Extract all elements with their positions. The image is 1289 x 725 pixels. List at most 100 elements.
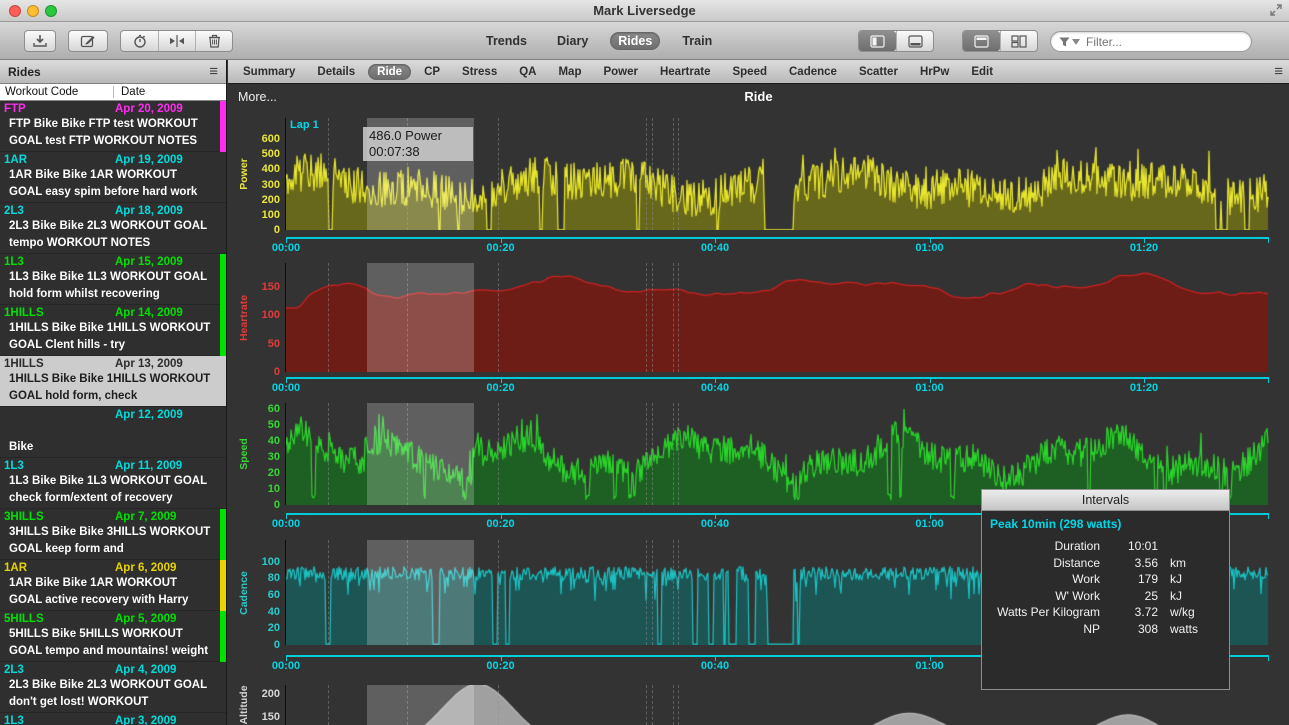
ride-workout-code: 1L3 [4,256,24,268]
toggle-sidebar-button[interactable] [859,31,896,51]
intervals-popup-titlebar[interactable]: Intervals [982,490,1229,511]
analysis-tab-edit[interactable]: Edit [962,64,1002,80]
ride-description: 5HILLS Bike 5HILLS WORKOUT GOAL tempo an… [4,626,212,659]
interval-marker-line [678,685,679,725]
ride-workout-code: 1AR [4,562,27,574]
selected-interval-highlight [367,685,474,725]
column-date[interactable]: Date [121,86,145,98]
sidebar-menu-icon[interactable]: ≡ [209,67,218,77]
interval-marker-line [646,263,647,372]
analysis-tab-map[interactable]: Map [549,64,590,80]
ride-description: 1AR Bike Bike 1AR WORKOUT GOAL easy spim… [4,167,212,200]
interval-stopwatch-button[interactable] [121,31,158,51]
ride-date: Apr 13, 2009 [115,358,183,370]
analysis-tab-scatter[interactable]: Scatter [850,64,907,80]
analysis-tab-stress[interactable]: Stress [453,64,506,80]
stat-value: 179 [1110,571,1158,588]
interval-marker-line [678,118,679,230]
ride-workout-code: 1HILLS [4,358,44,370]
view-tab-rides[interactable]: Rides [610,32,660,50]
analysis-tab-hrpw[interactable]: HrPw [911,64,958,80]
view-tab-diary[interactable]: Diary [549,32,596,50]
interval-marker-line [498,685,499,725]
stat-unit: watts [1158,621,1229,638]
ride-list-item[interactable]: Apr 12, 2009Bike [0,407,226,458]
ride-description: 1HILLS Bike Bike 1HILLS WORKOUT GOAL Cle… [4,320,212,353]
ride-list-item[interactable]: 2L3Apr 4, 20092L3 Bike Bike 2L3 WORKOUT … [0,662,226,713]
analysis-tab-qa[interactable]: QA [510,64,545,80]
tiled-chart-view-button[interactable] [1000,31,1037,51]
manual-entry-button[interactable] [68,30,108,52]
funnel-icon [1059,37,1070,47]
analysis-tab-ride[interactable]: Ride [368,64,411,80]
ride-list-item[interactable]: 1HILLSApr 14, 20091HILLS Bike Bike 1HILL… [0,305,226,356]
chart-menu-icon[interactable]: ≡ [1274,67,1283,77]
rides-sidebar: Rides ≡ Workout Code Date FTPApr 20, 200… [0,60,227,725]
split-ride-button[interactable] [158,31,195,51]
ride-list-item[interactable]: 1HILLS Apr 13, 20091HILLS Bike Bike 1HILL… [0,356,226,407]
fullscreen-icon[interactable] [1269,3,1283,22]
panel-toggle-group [858,30,934,52]
analysis-tab-cadence[interactable]: Cadence [780,64,846,80]
ride-workout-code: 1L3 [4,715,24,725]
ride-list-item[interactable]: 1L3Apr 15, 20091L3 Bike Bike 1L3 WORKOUT… [0,254,226,305]
ride-list-item[interactable]: 1L3Apr 3, 2009 [0,713,226,725]
stat-label: W' Work [982,588,1110,605]
time-tick-label: 01:20 [1117,382,1171,394]
ride-list-item[interactable]: 1ARApr 19, 20091AR Bike Bike 1AR WORKOUT… [0,152,226,203]
view-tab-train[interactable]: Train [674,32,720,50]
speed-ytick: 50 [242,419,280,431]
ride-date: Apr 5, 2009 [115,613,176,625]
analysis-tab-cp[interactable]: CP [415,64,449,80]
analysis-tab-summary[interactable]: Summary [234,64,304,80]
interval-marker-line [328,685,329,725]
time-tick-label: 00:40 [688,242,742,254]
speed-ytick: 40 [242,435,280,447]
interval-marker-line [498,403,499,505]
ride-color-bar [220,254,226,305]
interval-stat-row: W' Work25kJ [982,588,1229,605]
ride-date: Apr 15, 2009 [115,256,183,268]
ride-list-item[interactable]: 3HILLSApr 7, 20093HILLS Bike Bike 3HILLS… [0,509,226,560]
time-tick-label: 00:00 [259,242,313,254]
ride-list-item[interactable]: FTPApr 20, 2009FTP Bike Bike FTP test WO… [0,101,226,152]
cadence-ytick: 20 [242,622,280,634]
stat-value: 3.72 [1110,604,1158,621]
single-chart-view-button[interactable] [963,31,1000,51]
ride-workout-code: 2L3 [4,205,24,217]
delete-ride-button[interactable] [195,31,232,51]
filter-field[interactable] [1050,31,1252,52]
analysis-tab-heartrate[interactable]: Heartrate [651,64,720,80]
download-activity-button[interactable] [24,30,56,52]
analysis-tab-power[interactable]: Power [594,64,647,80]
view-tab-trends[interactable]: Trends [478,32,535,50]
toggle-lowbar-button[interactable] [896,31,933,51]
ride-date: Apr 19, 2009 [115,154,183,166]
ride-color-bar [220,305,226,356]
filter-input[interactable] [1084,34,1243,50]
time-tick-label: 00:40 [688,518,742,530]
intervals-popup[interactable]: Intervals Peak 10min (298 watts) Duratio… [981,489,1230,690]
ride-list-item[interactable]: 5HILLS Apr 5, 20095HILLS Bike 5HILLS WORK… [0,611,226,662]
window-title: Mark Liversedge [0,3,1289,18]
ride-list-item[interactable]: 1ARApr 6, 20091AR Bike Bike 1AR WORKOUT … [0,560,226,611]
ride-date: Apr 4, 2009 [115,664,176,676]
altitude-ytick: 150 [242,711,280,723]
analysis-tab-details[interactable]: Details [308,64,364,80]
analysis-tab-speed[interactable]: Speed [723,64,776,80]
ride-list-item[interactable]: 2L3Apr 18, 20092L3 Bike Bike 2L3 WORKOUT… [0,203,226,254]
ride-workout-code: 3HILLS [4,511,44,523]
interval-marker-line [652,540,653,645]
ride-list-item[interactable]: 1L3Apr 11, 20091L3 Bike Bike 1L3 WORKOUT… [0,458,226,509]
ride-tools-group [120,30,233,52]
ride-description: 1AR Bike Bike 1AR WORKOUT GOAL active re… [4,575,212,608]
stat-value: 10:01 [1110,538,1158,555]
ride-description: 1HILLS Bike Bike 1HILLS WORKOUT GOAL hol… [4,371,212,404]
cadence-ytick: 40 [242,606,280,618]
ride-workout-code: 5HILLS [4,613,44,625]
column-workout-code[interactable]: Workout Code [0,86,78,98]
title-bar[interactable]: Mark Liversedge [0,0,1289,22]
time-tick [1268,515,1269,519]
interval-marker-line [498,118,499,230]
stat-label: Watts Per Kilogram [982,604,1110,621]
